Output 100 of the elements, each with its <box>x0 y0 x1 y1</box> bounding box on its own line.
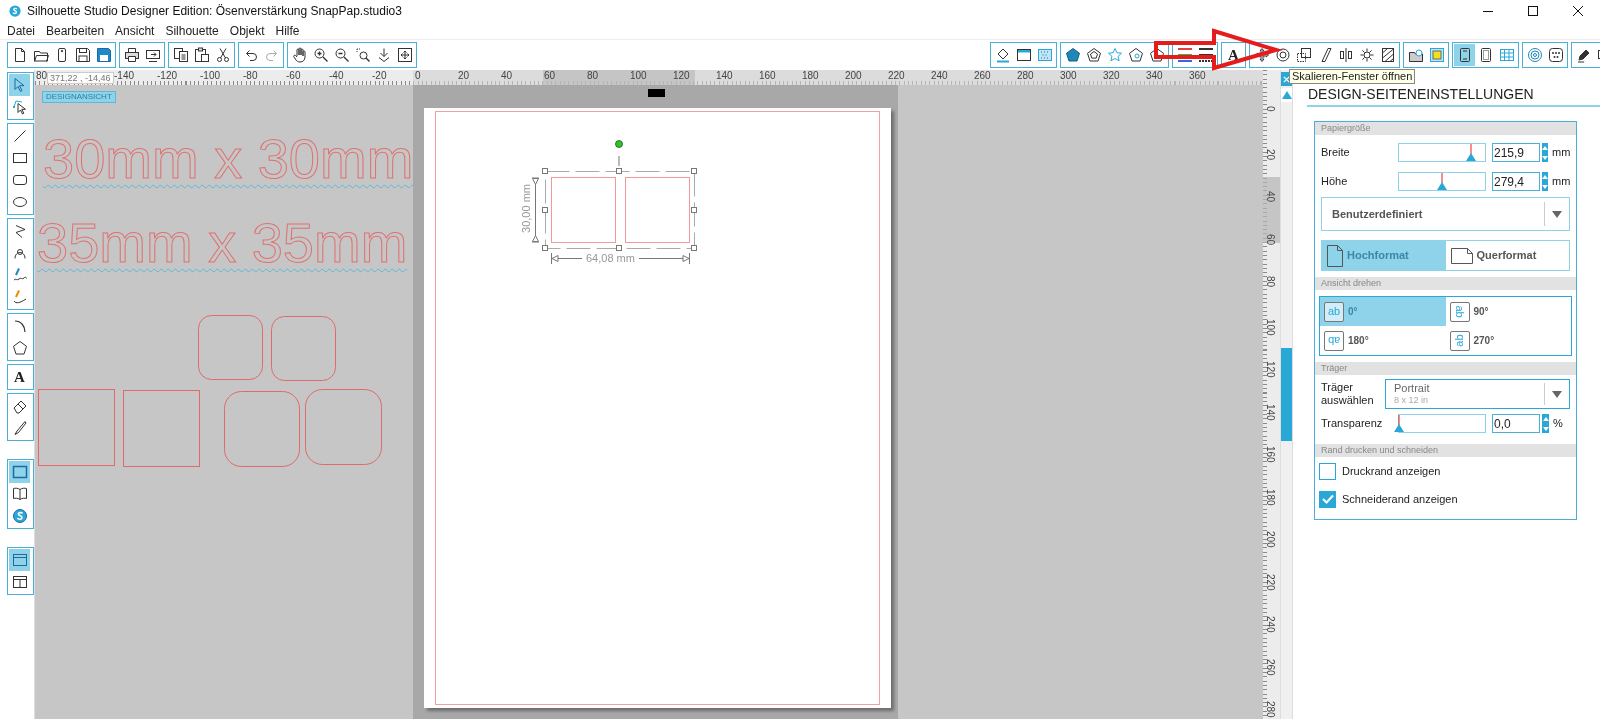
menu-item[interactable]: Ansicht <box>115 21 155 40</box>
ruler-label: 80 <box>36 70 48 81</box>
section-header: Ansicht drehen <box>1315 277 1576 290</box>
dropdown[interactable]: Benutzerdefiniert <box>1321 197 1570 231</box>
section-header: Rand drucken und schneiden <box>1315 444 1576 457</box>
ruler-label: 60 <box>1265 233 1276 245</box>
number-field[interactable]: 215,9 <box>1492 143 1540 162</box>
align-icon <box>1337 47 1354 63</box>
menu-item[interactable]: Bearbeiten <box>46 21 105 40</box>
pentagon-icon <box>1064 47 1081 63</box>
slider[interactable] <box>1398 143 1486 162</box>
dimension-line <box>531 177 540 243</box>
zoom-in-icon <box>312 47 329 63</box>
rounded-square-shape <box>625 177 690 243</box>
rotation-icon: ab <box>1324 301 1344 322</box>
dropdown[interactable]: Portrait 8 x 12 in <box>1385 379 1570 409</box>
pattern-icon <box>1036 47 1053 63</box>
scale-icon <box>1295 47 1312 63</box>
outline-text: 30mm x 30mm <box>43 131 414 187</box>
slider-thumb[interactable] <box>1437 173 1447 190</box>
zoom-icon <box>354 47 371 63</box>
number-field[interactable]: 279,4 <box>1492 172 1540 191</box>
ruler-label: 40 <box>1265 191 1276 203</box>
landscape-page-icon <box>1450 247 1473 264</box>
ruler-label: 200 <box>1265 531 1276 548</box>
pentagon-icon <box>1085 47 1102 63</box>
floppy-icon <box>74 47 91 63</box>
knife-icon <box>11 420 28 436</box>
menu-item[interactable]: Hilfe <box>275 21 300 40</box>
field-label: Breite <box>1321 145 1351 161</box>
menu-item[interactable]: Silhouette <box>165 21 219 40</box>
spinner-button[interactable] <box>1542 414 1549 433</box>
move-icon <box>1253 47 1270 63</box>
copy-icon <box>172 47 189 63</box>
ruler-label: 240 <box>1265 616 1276 633</box>
checkbox[interactable] <box>1319 462 1336 480</box>
spinner-button[interactable] <box>1542 172 1548 191</box>
ruler-label: 20 <box>458 70 470 81</box>
field-label: Höhe <box>1321 174 1349 190</box>
fill-icon <box>994 47 1011 63</box>
menu-item[interactable]: Objekt <box>229 21 265 40</box>
logo-icon <box>11 508 28 524</box>
dimension-label: 30,00 mm <box>519 184 533 233</box>
star-icon <box>1106 47 1123 63</box>
grid-icon <box>1498 47 1515 63</box>
ruler-label: 120 <box>1265 361 1276 378</box>
dots-icon <box>1547 47 1564 63</box>
hand-icon <box>291 47 308 63</box>
ruler-label: -20 <box>372 70 387 81</box>
floppy-icon <box>95 47 112 63</box>
zoom-out-icon <box>333 47 350 63</box>
cursor-position: 371,22 , -14,46 <box>47 72 114 84</box>
checkbox[interactable] <box>1319 490 1336 508</box>
spinner-icon <box>1542 415 1549 432</box>
ruler-label: -60 <box>286 70 301 81</box>
spinner-button[interactable] <box>1542 143 1548 162</box>
tooltip: Skalieren-Fenster öffnen <box>1289 69 1416 84</box>
ruler-label: 200 <box>845 70 862 81</box>
ruler-label: -140 <box>114 70 134 81</box>
number-field[interactable]: 0,0 <box>1492 414 1540 433</box>
scroll-up-button[interactable] <box>1281 88 1292 102</box>
ruler-label: 100 <box>1265 318 1276 336</box>
pentagon-icon <box>1148 47 1165 63</box>
rotation-icon: ab <box>1449 330 1470 351</box>
redo-icon <box>263 47 280 63</box>
scrollbar-thumb[interactable] <box>1281 348 1292 441</box>
ruler-label: 160 <box>1265 446 1276 463</box>
caret-icon <box>1552 390 1562 398</box>
ruler-label: 340 <box>1146 70 1163 81</box>
toolbar-button[interactable] <box>1454 44 1475 66</box>
spinner-icon <box>1542 144 1548 161</box>
lines-icon <box>1176 47 1193 63</box>
slider[interactable] <box>1398 172 1486 191</box>
slider-thumb[interactable] <box>1466 144 1477 161</box>
rotation-icon: ab <box>1449 301 1470 322</box>
unit-label: mm <box>1552 174 1571 190</box>
mat-marker <box>648 89 665 97</box>
spinner-icon <box>1542 173 1548 190</box>
slider-thumb[interactable] <box>1394 415 1404 432</box>
tray-icon <box>144 47 161 63</box>
split-window-icon <box>11 574 28 590</box>
folder-icon <box>1407 47 1424 63</box>
window-title: Silhouette Studio Designer Edition: Ösenverstärkung SnapPap.studio3 <box>27 3 402 20</box>
ruler-label: 280 <box>1017 70 1034 81</box>
menu-item[interactable]: Datei <box>7 21 35 40</box>
lines-icon <box>1197 47 1214 63</box>
ruler-label: 280 <box>1265 701 1276 718</box>
rotation-icon: ab <box>1324 330 1344 351</box>
node-edit-icon <box>11 99 28 115</box>
ruler-label: 300 <box>1060 70 1077 81</box>
window-icon <box>1015 47 1032 63</box>
ruler-label: 40 <box>501 70 513 81</box>
pencil-icon <box>11 289 28 305</box>
scissors-icon <box>214 47 231 63</box>
maximize-icon <box>1527 6 1538 16</box>
close-icon <box>1572 6 1583 16</box>
logo-icon <box>9 5 21 17</box>
rotate-handle[interactable] <box>614 139 624 167</box>
ruler-label: 320 <box>1103 70 1120 81</box>
ruler-label: -40 <box>329 70 344 81</box>
